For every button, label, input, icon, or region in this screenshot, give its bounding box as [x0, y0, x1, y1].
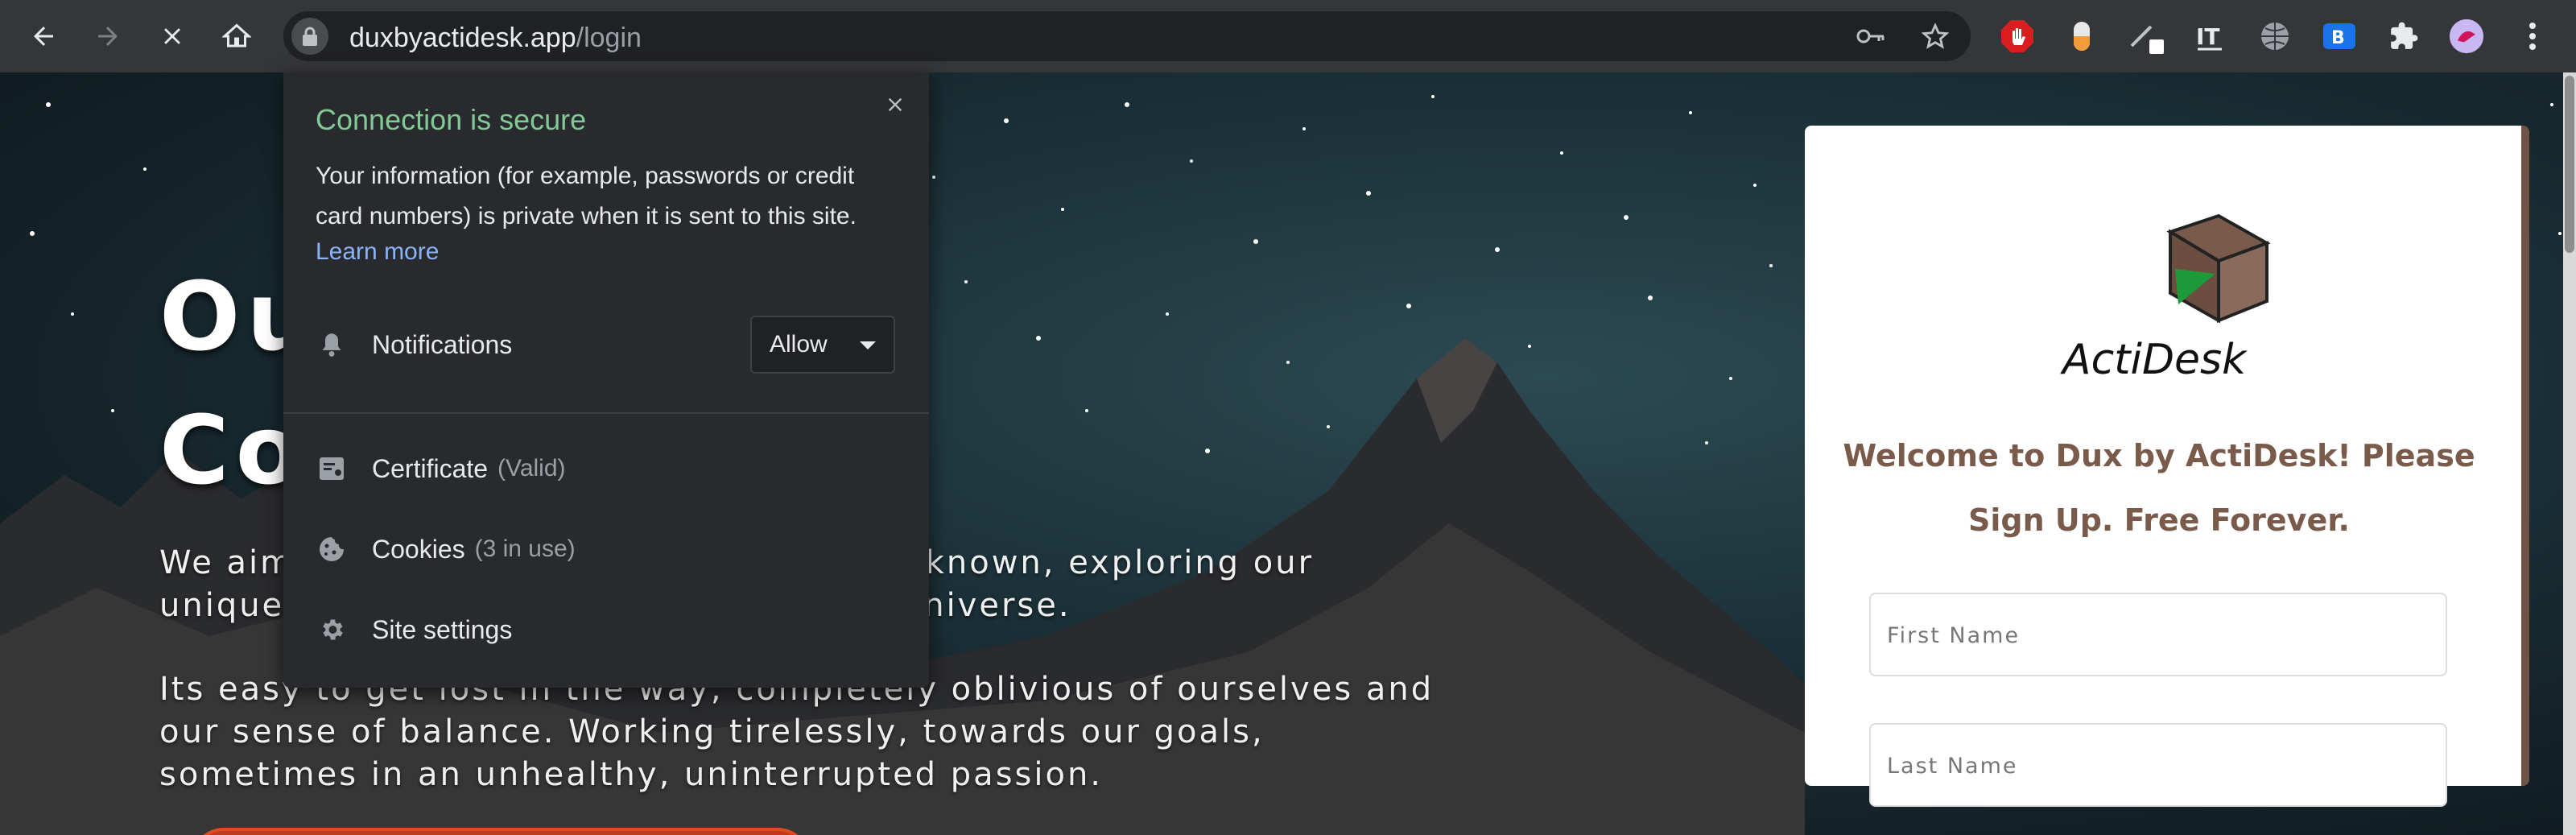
notifications-select[interactable]: Allow — [750, 316, 895, 374]
certificate-row[interactable]: Certificate (Valid) — [316, 444, 566, 493]
learn-more-link[interactable]: Learn more — [316, 238, 439, 266]
browser-toolbar: duxbyactidesk.app/login IT B — [0, 0, 2576, 72]
cookies-label: Cookies — [372, 534, 465, 564]
site-settings-row[interactable]: Site settings — [316, 606, 512, 654]
last-name-field[interactable] — [1869, 723, 2447, 807]
last-name-input[interactable] — [1885, 725, 2420, 807]
puzzle-icon[interactable] — [2386, 19, 2421, 54]
cookie-icon — [316, 533, 348, 565]
pen-extension-icon[interactable] — [2128, 19, 2164, 54]
address-bar[interactable]: duxbyactidesk.app/login — [283, 11, 1971, 61]
notifications-label: Notifications — [372, 329, 513, 359]
divider — [283, 412, 929, 414]
svg-text:IT: IT — [2196, 23, 2220, 50]
gear-icon — [316, 614, 348, 646]
globe-extension-icon[interactable] — [2257, 19, 2293, 54]
actidesk-logo: ActiDesk — [2058, 205, 2277, 398]
key-icon[interactable] — [1855, 20, 1887, 52]
lock-icon[interactable] — [291, 18, 328, 55]
url-text: duxbyactidesk.app/login — [349, 23, 642, 54]
blue-extension-icon[interactable]: B — [2322, 19, 2357, 54]
url-host: duxbyactidesk.app — [349, 23, 576, 53]
menu-icon[interactable] — [2515, 19, 2550, 54]
cookies-status: (3 in use) — [474, 535, 576, 562]
notifications-row: Notifications — [316, 320, 512, 369]
stop-hand-extension-icon[interactable] — [2000, 19, 2035, 54]
certificate-label: Certificate — [372, 453, 489, 483]
site-settings-label: Site settings — [372, 614, 513, 644]
back-icon[interactable] — [24, 17, 63, 56]
svg-text:B: B — [2331, 28, 2345, 48]
connection-status-title: Connection is secure — [316, 103, 587, 136]
home-icon[interactable] — [217, 17, 256, 56]
url-path: /login — [576, 23, 642, 53]
welcome-text: Welcome to Dux by ActiDesk! Please Sign … — [1843, 438, 2475, 538]
capsule-extension-icon[interactable] — [2064, 19, 2099, 54]
site-info-popup: Connection is secure Your information (f… — [283, 72, 929, 688]
logo-text: ActiDesk — [2060, 336, 2248, 384]
star-icon[interactable] — [1919, 20, 1951, 52]
certificate-icon — [316, 453, 348, 485]
close-icon[interactable] — [873, 82, 918, 127]
chevron-down-icon — [860, 341, 876, 349]
certificate-status: (Valid) — [497, 455, 566, 482]
forward-icon[interactable] — [89, 17, 127, 56]
connection-description: Your information (for example, passwords… — [316, 163, 857, 229]
avatar[interactable] — [2449, 19, 2484, 54]
bell-icon — [316, 329, 348, 361]
scrollbar-thumb[interactable] — [2565, 76, 2574, 253]
cookies-row[interactable]: Cookies (3 in use) — [316, 525, 576, 573]
stop-loading-icon[interactable] — [153, 17, 192, 56]
first-name-input[interactable] — [1885, 594, 2420, 676]
cta-button[interactable] — [192, 828, 810, 835]
translate-extension-icon[interactable]: IT — [2193, 19, 2228, 54]
notifications-select-value: Allow — [770, 331, 828, 358]
first-name-field[interactable] — [1869, 593, 2447, 676]
scrollbar[interactable] — [2563, 72, 2576, 835]
